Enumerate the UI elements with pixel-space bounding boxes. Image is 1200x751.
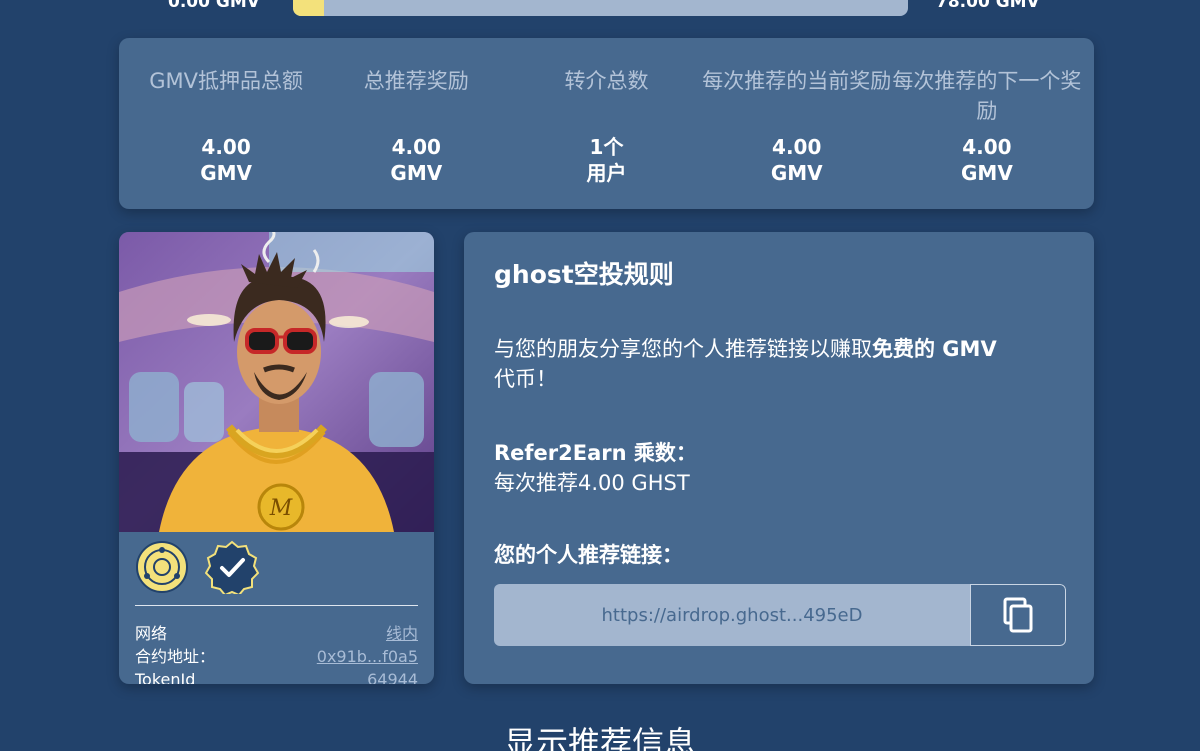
copy-button[interactable] [970,584,1066,646]
stat-label: 总推荐奖励 [363,69,469,93]
meta-row-tokenid: TokenId 64944 [135,668,418,684]
progress-bar [293,0,908,16]
verified-check-icon [205,540,259,594]
progress-current-amount: 0.00 GMV [168,0,260,12]
stat-value: 4.00 GMV [961,135,1013,185]
referral-link-field[interactable]: https://airdrop.ghost...495eD [494,584,970,646]
stat-value: 1个 用户 [586,135,627,185]
section-heading: 显示推荐信息 [503,724,696,751]
copy-icon [1003,597,1033,633]
airdrop-rules-card: ghost空投规则 与您的朋友分享您的个人推荐链接以赚取免费的 GMV 代币！ R… [464,232,1094,684]
stat-value: 4.00 GMV [390,135,443,185]
network-link[interactable]: 线内 [386,622,418,645]
stat-total-referral-reward: 总推荐奖励 4.00 GMV [321,38,511,209]
nft-artwork-image: M [119,232,434,532]
stat-label: 每次推荐的当前奖励 [702,69,892,93]
stat-label: 每次推荐的下一个奖励 [892,69,1082,123]
nft-divider [135,605,418,606]
nft-card[interactable]: M 网络 线内 合约地址： 0x91b...f0a5 TokenId 64944 [119,232,434,684]
meta-key: TokenId [135,670,196,684]
stat-total-collateral: GMV抵押品总额 4.00 GMV [131,38,321,209]
orbit-badge-icon [136,541,188,593]
meta-key: 合约地址： [135,647,216,666]
referral-stats-card: GMV抵押品总额 4.00 GMV 总推荐奖励 4.00 GMV 转介总数 1个 用户… [119,38,1094,209]
stat-value: 4.00 GMV [770,135,823,185]
stat-total-referrals: 转介总数 1个 用户 [511,38,701,209]
contract-address-link[interactable]: 0x91b...f0a5 [317,645,418,668]
rules-description: 与您的朋友分享您的个人推荐链接以赚取免费的 GMV 代币！ [494,337,997,391]
meta-row-network: 网络 线内 [135,622,418,645]
meta-key: 网络 [135,624,168,643]
progress-bar-fill [293,0,324,16]
svg-text:M: M [269,496,293,521]
nft-badges [135,540,259,594]
referral-link-row: https://airdrop.ghost...495eD [494,584,1066,646]
reward-progress: 0.00 GMV 78.00 GMV [0,0,1200,20]
stat-next-reward-per-referral: 每次推荐的下一个奖励 4.00 GMV [892,38,1082,209]
stat-value: 4.00 GMV [200,135,252,185]
meta-row-contract: 合约地址： 0x91b...f0a5 [135,645,418,668]
rules-highlight: 免费的 GMV [872,337,997,361]
multiplier-value: 每次推荐4.00 GHST [494,471,690,495]
stat-label: GMV抵押品总额 [149,69,303,93]
progress-target-amount: 78.00 GMV [936,0,1040,12]
token-id-link[interactable]: 64944 [367,668,418,684]
rules-title: ghost空投规则 [494,260,674,289]
referral-link-label: 您的个人推荐链接： [494,543,683,567]
stat-current-reward-per-referral: 每次推荐的当前奖励 4.00 GMV [702,38,892,209]
stat-label: 转介总数 [564,69,649,93]
nft-metadata: 网络 线内 合约地址： 0x91b...f0a5 TokenId 64944 [135,622,418,684]
multiplier-label: Refer2Earn 乘数： [494,441,697,465]
